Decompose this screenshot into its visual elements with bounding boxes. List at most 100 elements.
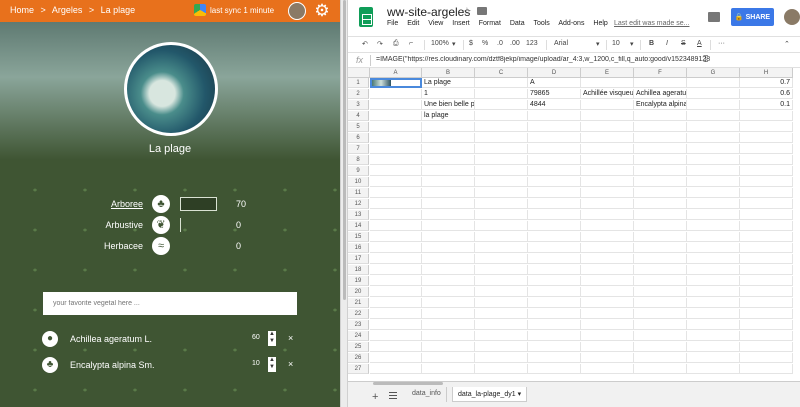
grid-cell[interactable]	[581, 144, 634, 154]
grid-cell[interactable]	[687, 144, 740, 154]
star-icon[interactable]: ☆	[462, 5, 472, 18]
grid-cell[interactable]	[634, 331, 687, 341]
menu-addons[interactable]: Add-ons	[558, 20, 584, 27]
grid-cell[interactable]	[634, 254, 687, 264]
grid-cell[interactable]	[528, 232, 581, 242]
menu-format[interactable]: Format	[479, 20, 501, 27]
grid-cell[interactable]	[528, 177, 581, 187]
grid-cell[interactable]	[422, 144, 475, 154]
grid-cell[interactable]	[634, 78, 687, 88]
print-icon[interactable]: ⎙	[393, 40, 399, 48]
undo-icon[interactable]: ↶	[362, 40, 368, 48]
grid-cell[interactable]: La plage	[422, 78, 475, 88]
grid-cell[interactable]	[740, 221, 793, 231]
grid-cell[interactable]	[422, 122, 475, 132]
grid-cell[interactable]	[740, 122, 793, 132]
tab-data-la-plage-dy1[interactable]: data_la-plage_dy1 ▾	[452, 387, 528, 402]
grid-cell[interactable]	[634, 320, 687, 330]
grid-cell[interactable]	[581, 221, 634, 231]
column-header[interactable]: B	[422, 68, 475, 78]
grid-cell[interactable]	[687, 111, 740, 121]
grid-cell[interactable]	[370, 232, 422, 242]
grid-cell[interactable]	[528, 166, 581, 176]
menu-file[interactable]: File	[387, 20, 398, 27]
grid-cell[interactable]	[475, 188, 528, 198]
grid-cell[interactable]	[528, 144, 581, 154]
grid-cell[interactable]	[422, 298, 475, 308]
grid-cell[interactable]	[475, 122, 528, 132]
grid-cell[interactable]	[740, 320, 793, 330]
chevron-up-icon[interactable]: ⌃	[784, 40, 790, 48]
row-header[interactable]: 2	[348, 89, 369, 99]
grid-cell[interactable]	[581, 254, 634, 264]
grid-cell[interactable]	[634, 342, 687, 352]
grid-cell[interactable]	[528, 199, 581, 209]
grid-cell[interactable]	[581, 210, 634, 220]
grid-cell[interactable]	[528, 309, 581, 319]
grid-cell[interactable]	[581, 166, 634, 176]
row-header[interactable]: 9	[348, 166, 369, 176]
quantity-stepper[interactable]: ▲ ▼	[268, 331, 276, 346]
menu-tools[interactable]: Tools	[533, 20, 549, 27]
grid-cell[interactable]: 0.6	[740, 89, 793, 99]
grid-cell[interactable]	[422, 254, 475, 264]
grid-cell[interactable]	[740, 331, 793, 341]
sheets-logo-icon[interactable]	[359, 7, 373, 27]
grid-cell[interactable]	[581, 78, 634, 88]
grid-cell[interactable]	[475, 210, 528, 220]
avatar[interactable]	[288, 2, 306, 20]
grid-cell[interactable]	[475, 320, 528, 330]
grid-cell[interactable]	[687, 232, 740, 242]
number-format-button[interactable]: 123	[526, 40, 538, 47]
grid-cell[interactable]	[581, 111, 634, 121]
grid-cell[interactable]	[740, 111, 793, 121]
grid-cell[interactable]	[634, 122, 687, 132]
grid-cell[interactable]	[370, 243, 422, 253]
grid-cell[interactable]	[687, 364, 740, 374]
grid-cell[interactable]	[740, 276, 793, 286]
grid-cell[interactable]	[475, 232, 528, 242]
grid-cell[interactable]	[475, 309, 528, 319]
grid-cell[interactable]	[422, 243, 475, 253]
column-header[interactable]: D	[528, 68, 581, 78]
grid-cell[interactable]	[475, 298, 528, 308]
grid-cell[interactable]: Encalypta alpina Sm.	[634, 100, 687, 110]
column-header[interactable]: H	[740, 68, 793, 78]
grid-cell[interactable]	[475, 342, 528, 352]
grid-cell[interactable]	[370, 364, 422, 374]
grid-cell[interactable]	[634, 353, 687, 363]
grid-cell[interactable]	[422, 232, 475, 242]
grid-cell[interactable]	[422, 155, 475, 165]
grid-cell[interactable]	[581, 320, 634, 330]
grid-cell[interactable]	[528, 320, 581, 330]
grid-cell[interactable]	[422, 177, 475, 187]
grid-cell[interactable]	[740, 155, 793, 165]
grid-cell[interactable]	[581, 342, 634, 352]
grid-cell[interactable]	[528, 111, 581, 121]
grid-cell[interactable]	[475, 364, 528, 374]
grid-cell[interactable]	[528, 243, 581, 253]
grid-cell[interactable]	[581, 188, 634, 198]
grid-cell[interactable]	[687, 89, 740, 99]
grid-cell[interactable]	[475, 287, 528, 297]
grid-cell[interactable]	[687, 100, 740, 110]
grid-cell[interactable]	[687, 155, 740, 165]
row-header[interactable]: 20	[348, 287, 369, 297]
grid-cell[interactable]	[740, 210, 793, 220]
row-header[interactable]: 14	[348, 221, 369, 231]
add-sheet-button[interactable]: +	[372, 391, 378, 403]
grid-cell[interactable]	[475, 243, 528, 253]
menu-insert[interactable]: Insert	[452, 20, 470, 27]
grid-cell[interactable]	[740, 364, 793, 374]
grid-cell[interactable]: A	[528, 78, 581, 88]
grid-cell[interactable]	[634, 265, 687, 275]
grid-cell[interactable]	[475, 199, 528, 209]
grid-cell[interactable]	[581, 177, 634, 187]
grid-cell[interactable]: Une bien belle plage	[422, 100, 475, 110]
grid-cell[interactable]	[687, 188, 740, 198]
row-header[interactable]: 25	[348, 342, 369, 352]
chevron-up-icon[interactable]: ▲	[269, 357, 275, 363]
row-header[interactable]: 18	[348, 265, 369, 275]
grid-cell[interactable]	[740, 188, 793, 198]
grid-cell[interactable]: Achillea ageratum h	[634, 89, 687, 99]
